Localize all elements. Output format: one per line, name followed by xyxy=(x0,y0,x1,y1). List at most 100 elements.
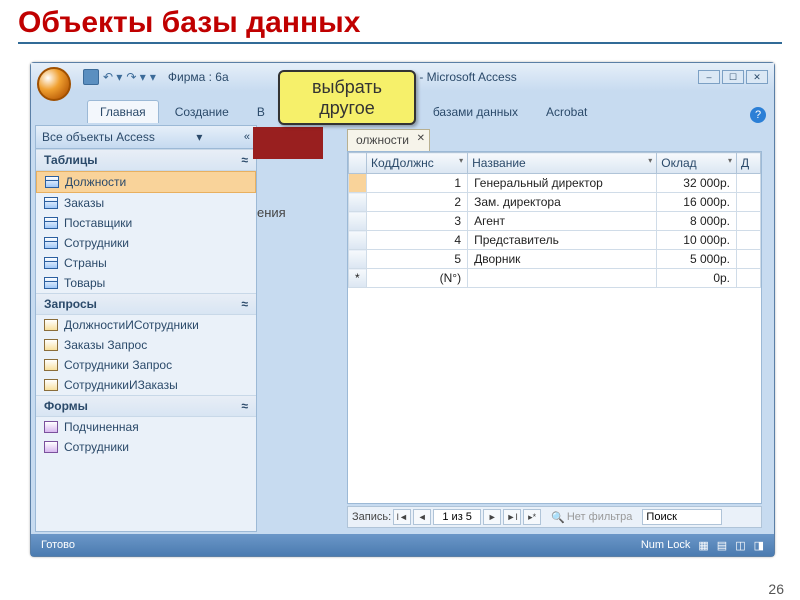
col-salary[interactable]: Оклад▾ xyxy=(657,153,737,174)
content-area: Все объекты Access ▾ « Таблицы ≈ Должнос… xyxy=(35,125,770,532)
nav-group-tables-label: Таблицы xyxy=(44,153,97,167)
nav-item-query1[interactable]: ДолжностиИСотрудники xyxy=(36,315,256,335)
view-datasheet-icon[interactable]: ▦ xyxy=(698,539,708,552)
tab-dbtools[interactable]: базами данных xyxy=(421,101,530,123)
office-button[interactable] xyxy=(37,67,71,101)
cell[interactable]: Представитель xyxy=(468,231,657,250)
cell[interactable]: Зам. директора xyxy=(468,193,657,212)
record-position-input[interactable] xyxy=(433,509,481,525)
nav-item-form2[interactable]: Сотрудники xyxy=(36,437,256,457)
nav-dropdown-icon[interactable]: ▾ xyxy=(196,130,202,144)
cell[interactable]: 16 000р. xyxy=(657,193,737,212)
cell[interactable]: 2 xyxy=(367,193,468,212)
prev-record-button[interactable]: ◄ xyxy=(413,509,431,525)
redo-icon[interactable]: ↷ ▾ xyxy=(126,70,145,84)
minimize-button[interactable]: – xyxy=(698,70,720,84)
tab-acrobat[interactable]: Acrobat xyxy=(534,101,599,123)
select-all-cell[interactable] xyxy=(349,153,367,174)
nav-item-label: Сотрудники xyxy=(64,440,129,454)
table-icon xyxy=(44,237,58,249)
first-record-button[interactable]: I◄ xyxy=(393,509,411,525)
navigation-pane: Все объекты Access ▾ « Таблицы ≈ Должнос… xyxy=(35,125,257,532)
table-row[interactable]: 4Представитель10 000р. xyxy=(349,231,761,250)
nav-item-form1[interactable]: Подчиненная xyxy=(36,417,256,437)
access-window: ↶ ▾ ↷ ▾ ▾ Фирма : 6а 00) - Microsoft Acc… xyxy=(30,62,775,557)
query-icon xyxy=(44,319,58,331)
cell[interactable]: 1 xyxy=(367,174,468,193)
view-pivot-icon[interactable]: ◫ xyxy=(735,539,745,552)
nav-item-query3[interactable]: Сотрудники Запрос xyxy=(36,355,256,375)
tab-create[interactable]: Создание xyxy=(163,101,241,123)
nav-item-label: Страны xyxy=(64,256,107,270)
last-record-button[interactable]: ►I xyxy=(503,509,521,525)
col-name[interactable]: Название▾ xyxy=(468,153,657,174)
datasheet[interactable]: КодДолжнс▾ Название▾ Оклад▾ Д 1Генеральн… xyxy=(347,151,762,504)
form-icon xyxy=(44,441,58,453)
window-controls: – ☐ ✕ xyxy=(698,70,768,84)
new-row[interactable]: *(N°)0р. xyxy=(349,269,761,288)
table-row[interactable]: 1Генеральный директор32 000р. xyxy=(349,174,761,193)
cell[interactable]: 3 xyxy=(367,212,468,231)
nav-item-label: Поставщики xyxy=(64,216,132,230)
help-icon[interactable]: ? xyxy=(750,107,766,123)
nav-item-zakazy[interactable]: Заказы xyxy=(36,193,256,213)
nav-group-queries-label: Запросы xyxy=(44,297,97,311)
col-extra[interactable]: Д xyxy=(737,153,761,174)
col-id[interactable]: КодДолжнс▾ xyxy=(367,153,468,174)
nav-group-tables[interactable]: Таблицы ≈ xyxy=(36,149,256,171)
view-chart-icon[interactable]: ◨ xyxy=(754,539,764,552)
cell[interactable]: 5 xyxy=(367,250,468,269)
table-icon xyxy=(45,176,59,188)
table-row[interactable]: 2Зам. директора16 000р. xyxy=(349,193,761,212)
nav-collapse-icon[interactable]: « xyxy=(244,131,250,143)
tab-hidden[interactable]: В xyxy=(245,101,277,123)
close-icon[interactable]: ✕ xyxy=(417,133,425,144)
annotation-callout: выбратьдругое xyxy=(278,70,416,125)
filter-icon: 🔍 xyxy=(551,511,565,524)
nav-header[interactable]: Все объекты Access ▾ « xyxy=(36,126,256,149)
cell[interactable]: Агент xyxy=(468,212,657,231)
table-icon xyxy=(44,277,58,289)
cell[interactable] xyxy=(468,269,657,288)
nav-item-postavshchiki[interactable]: Поставщики xyxy=(36,213,256,233)
nav-group-forms[interactable]: Формы ≈ xyxy=(36,395,256,417)
document-tab-label: олжности xyxy=(356,133,409,147)
table-icon xyxy=(44,197,58,209)
cell[interactable]: 10 000р. xyxy=(657,231,737,250)
nav-item-query4[interactable]: СотрудникиИЗаказы xyxy=(36,375,256,395)
title-rule xyxy=(18,42,782,44)
qat-more-icon[interactable]: ▾ xyxy=(150,70,156,84)
nav-item-dolzhnosti[interactable]: Должности xyxy=(36,171,256,193)
nav-item-label: Сотрудники xyxy=(64,236,129,250)
nav-group-queries[interactable]: Запросы ≈ xyxy=(36,293,256,315)
nav-item-strany[interactable]: Страны xyxy=(36,253,256,273)
cell[interactable]: 32 000р. xyxy=(657,174,737,193)
nav-item-sotrudniki[interactable]: Сотрудники xyxy=(36,233,256,253)
tab-home[interactable]: Главная xyxy=(87,100,159,123)
cell[interactable]: Дворник xyxy=(468,250,657,269)
undo-icon[interactable]: ↶ ▾ xyxy=(103,70,122,84)
filter-status: Нет фильтра xyxy=(567,511,633,523)
save-icon[interactable] xyxy=(83,69,99,85)
new-record-button[interactable]: ▸* xyxy=(523,509,541,525)
cell[interactable]: 8 000р. xyxy=(657,212,737,231)
nav-item-tovary[interactable]: Товары xyxy=(36,273,256,293)
numlock-indicator: Num Lock xyxy=(641,539,691,551)
nav-item-query2[interactable]: Заказы Запрос xyxy=(36,335,256,355)
slide-title: Объекты базы данных xyxy=(0,0,800,42)
search-input[interactable] xyxy=(642,509,722,525)
close-button[interactable]: ✕ xyxy=(746,70,768,84)
document-tab[interactable]: олжности ✕ xyxy=(347,129,430,151)
table-row[interactable]: 3Агент8 000р. xyxy=(349,212,761,231)
cell[interactable]: 4 xyxy=(367,231,468,250)
nav-header-label: Все объекты Access xyxy=(42,130,155,144)
table-row[interactable]: 5Дворник5 000р. xyxy=(349,250,761,269)
view-design-icon[interactable]: ▤ xyxy=(717,539,727,552)
cell[interactable]: (N°) xyxy=(367,269,468,288)
maximize-button[interactable]: ☐ xyxy=(722,70,744,84)
cell[interactable]: Генеральный директор xyxy=(468,174,657,193)
next-record-button[interactable]: ► xyxy=(483,509,501,525)
cell[interactable]: 5 000р. xyxy=(657,250,737,269)
cell[interactable]: 0р. xyxy=(657,269,737,288)
table-icon xyxy=(44,217,58,229)
